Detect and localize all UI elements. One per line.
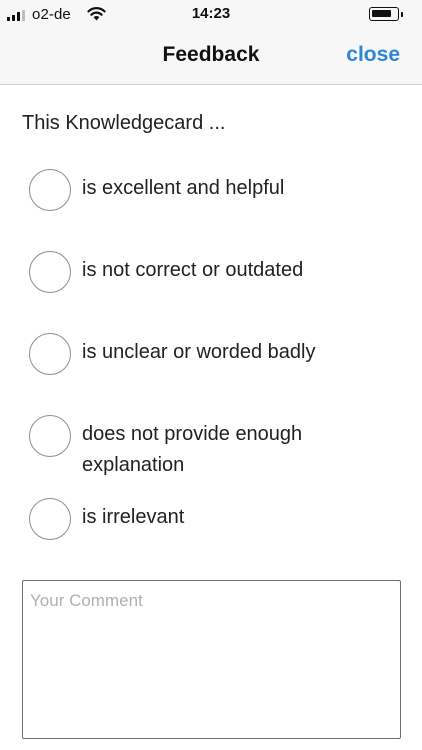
radio-button[interactable] [29,498,71,540]
feedback-screen: o2-de 14:23 Feedback close This Knowledg… [0,0,422,750]
close-button[interactable]: close [346,43,400,67]
option-label: does not provide enough explanation [82,423,303,476]
battery-cap [401,12,403,17]
battery-level [372,10,391,17]
radio-button[interactable] [29,169,71,211]
form-intro: This Knowledgecard ... [22,112,226,134]
status-time: 14:23 [191,5,231,22]
battery-icon [369,7,399,21]
radio-button[interactable] [29,251,71,293]
option-label: is unclear or worded badly [82,341,316,363]
radio-button[interactable] [29,415,71,457]
option-label: is excellent and helpful [82,177,285,199]
navigation-bar: Feedback close [0,30,422,85]
option-label: is not correct or outdated [82,259,304,281]
comment-input[interactable] [22,580,401,739]
status-bar: o2-de 14:23 [0,0,422,30]
option-label: is irrelevant [82,506,185,528]
radio-button[interactable] [29,333,71,375]
